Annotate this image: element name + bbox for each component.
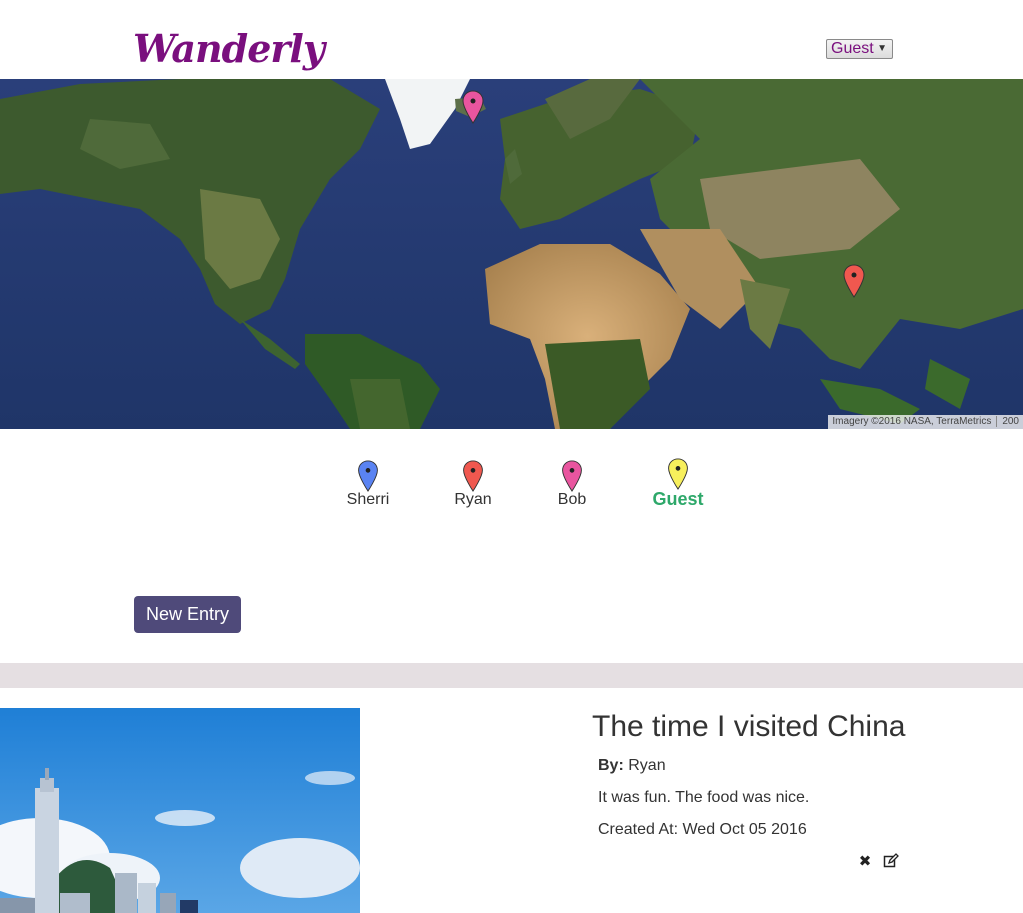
map-marker-bob[interactable] [462, 90, 484, 124]
new-entry-button[interactable]: New Entry [134, 596, 241, 633]
user-select[interactable]: Guest ▼ [826, 39, 893, 59]
entry-author: By: Ryan [598, 757, 666, 775]
author-name: Ryan [628, 757, 666, 774]
user-select-value: Guest [831, 40, 874, 57]
entry-body: It was fun. The food was nice. [598, 789, 810, 806]
header: Wanderly Guest ▼ [0, 0, 1023, 79]
legend-label: Sherri [346, 491, 390, 508]
entry-photo [0, 708, 360, 913]
marker-fill [843, 264, 865, 298]
delete-entry-button[interactable]: ✖ [856, 853, 874, 871]
marker-fill [462, 90, 484, 124]
legend-item-guest[interactable]: Guest [638, 456, 718, 510]
marker-icon [463, 460, 483, 492]
marker-icon [562, 460, 582, 492]
legend-label: Bob [557, 491, 587, 508]
satellite-imagery [0, 79, 1023, 429]
marker-icon [668, 458, 688, 490]
map-attribution[interactable]: Imagery ©2016 NASA, TerraMetrics 200 [828, 415, 1023, 429]
user-legend: Sherri Ryan Bob Guest [0, 458, 1023, 518]
x-icon: ✖ [858, 853, 872, 870]
map-marker-ryan[interactable] [843, 264, 865, 298]
author-label: By: [598, 757, 624, 774]
app-logo[interactable]: Wanderly [133, 26, 325, 71]
attribution-imagery: Imagery ©2016 NASA, TerraMetrics [832, 416, 992, 427]
entry-title: The time I visited China [592, 710, 906, 743]
skyline-image [0, 708, 360, 913]
edit-entry-button[interactable] [882, 853, 900, 871]
legend-item-bob[interactable]: Bob [532, 458, 612, 509]
legend-item-sherri[interactable]: Sherri [328, 458, 408, 509]
legend-label: Guest [652, 489, 704, 509]
world-map[interactable]: Imagery ©2016 NASA, TerraMetrics 200 [0, 79, 1023, 429]
legend-item-ryan[interactable]: Ryan [433, 458, 513, 509]
entry-created: Created At: Wed Oct 05 2016 [598, 821, 807, 838]
chevron-down-icon: ▼ [877, 43, 887, 54]
marker-icon [358, 460, 378, 492]
section-divider [0, 663, 1023, 688]
legend-label: Ryan [454, 491, 492, 508]
attribution-extra: 200 [996, 416, 1019, 427]
edit-icon [883, 853, 899, 868]
